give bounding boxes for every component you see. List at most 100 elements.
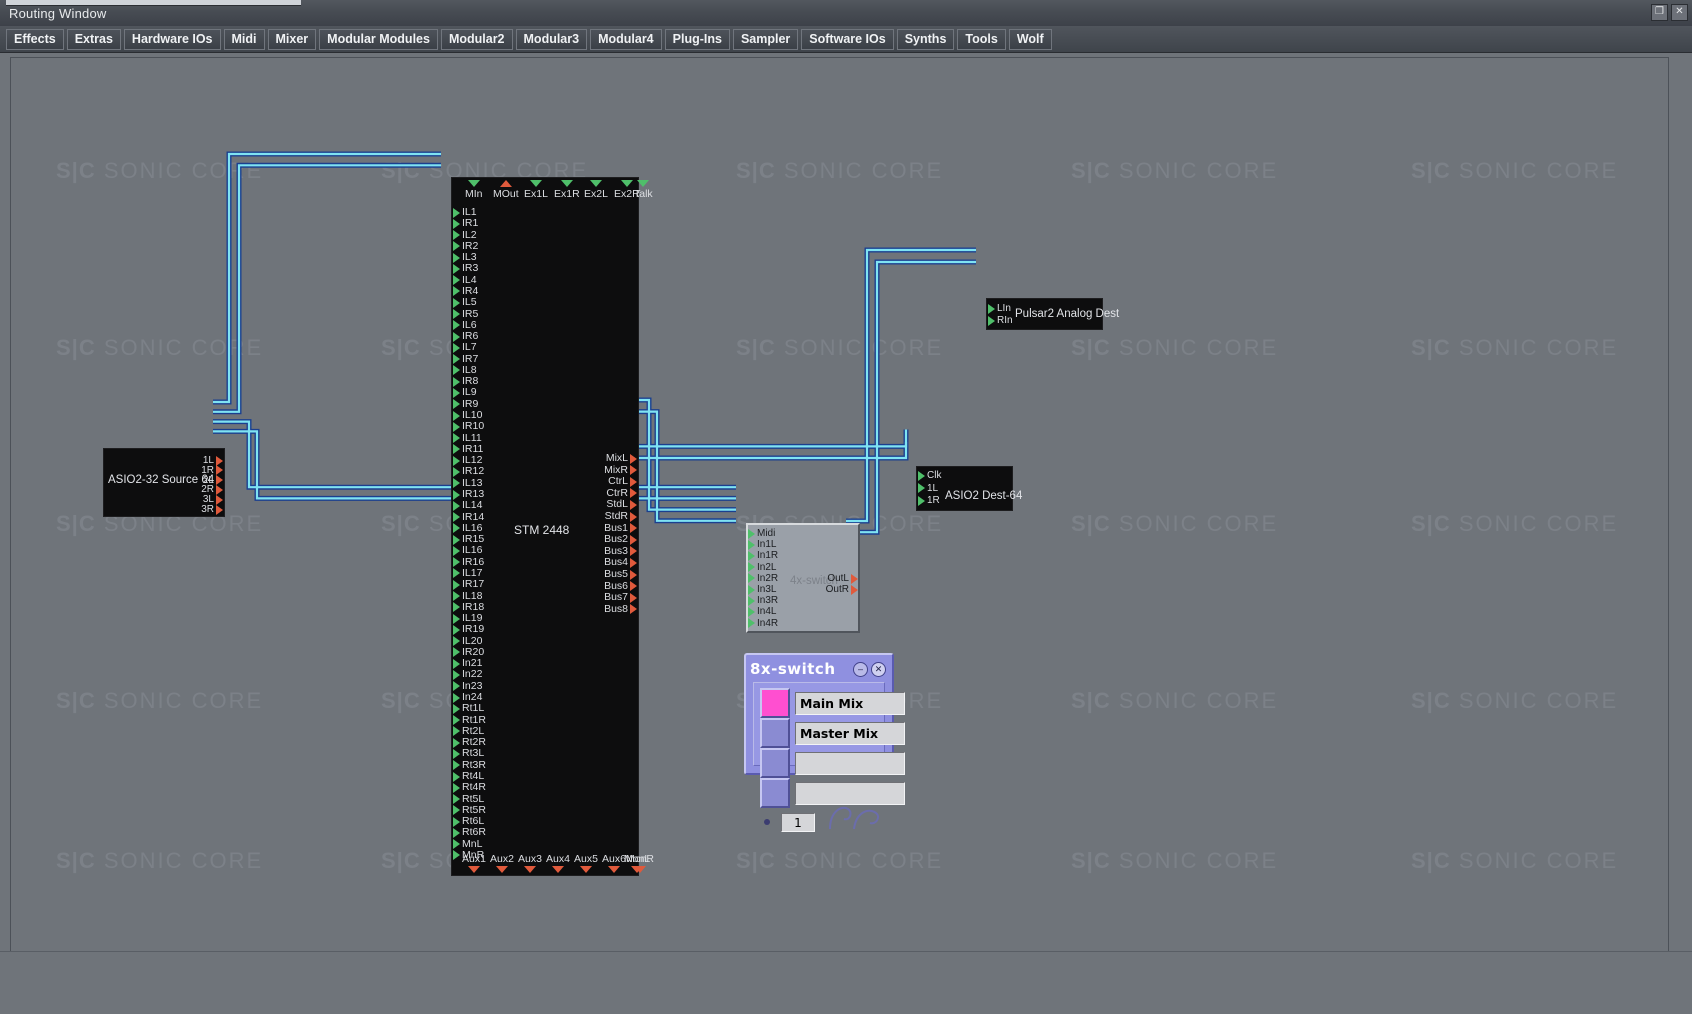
stm2448-input-port[interactable]: IR7: [453, 353, 478, 365]
switch4x-input-port[interactable]: In2R: [748, 573, 778, 584]
switch-label-3[interactable]: [795, 751, 905, 775]
stm2448-output-port[interactable]: Bus5: [604, 569, 637, 580]
stm2448-input-port[interactable]: IL16: [453, 545, 482, 556]
menu-item-tools[interactable]: Tools: [957, 28, 1006, 50]
stm2448-input-port[interactable]: IR12: [453, 466, 484, 477]
switch4x-input-port[interactable]: In4L: [748, 606, 776, 617]
menu-item-extras[interactable]: Extras: [66, 28, 121, 50]
panel-8x-switch[interactable]: 8x-switch – ✕ Main Mix Master Mix 1: [744, 653, 905, 832]
stm2448-bottom-port[interactable]: Aux1: [462, 853, 486, 873]
switch4x-input-port[interactable]: In3R: [748, 595, 778, 606]
switch4x-input-port[interactable]: In4R: [748, 618, 778, 629]
menu-item-mixer[interactable]: Mixer: [267, 28, 317, 50]
module-4x-switch[interactable]: 4x-switch Midi In1L In1R In2L In2R In3L In3R In…: [746, 523, 860, 633]
asio-dest-input-port[interactable]: 1R: [918, 495, 940, 506]
stm2448-input-port[interactable]: IL9: [453, 387, 477, 398]
stm2448-input-port[interactable]: Rt1L: [453, 703, 484, 714]
menu-item-modular4[interactable]: Modular4: [590, 28, 662, 50]
module-pulsar-analog-dest[interactable]: Pulsar2 Analog Dest LIn RIn: [986, 298, 1119, 330]
switch4x-output-port[interactable]: OutL: [827, 573, 858, 584]
menu-item-midi[interactable]: Midi: [223, 28, 265, 50]
pulsar-dest-input-port[interactable]: RIn: [988, 315, 1013, 326]
menu-item-wolf[interactable]: Wolf: [1008, 28, 1052, 50]
patch-cable[interactable]: [627, 410, 736, 522]
stm2448-input-port[interactable]: IR3: [453, 263, 478, 274]
stm2448-input-port[interactable]: IR17: [453, 579, 484, 590]
module-asio-dest[interactable]: ASIO2 Dest-64 Clk 1L 1R: [916, 466, 1022, 511]
menu-item-synths[interactable]: Synths: [896, 28, 955, 50]
patch-cable[interactable]: [627, 398, 736, 511]
stm2448-bottom-port[interactable]: Aux3: [518, 853, 542, 873]
stm2448-output-port[interactable]: Bus6: [604, 580, 637, 592]
asio-dest-input-port[interactable]: Clk: [918, 470, 941, 481]
stm2448-output-port[interactable]: StdL: [606, 499, 637, 510]
switch4x-input-port[interactable]: In1L: [748, 539, 776, 550]
stm2448-input-port[interactable]: IR1: [453, 218, 478, 229]
stm2448-input-port[interactable]: IR5: [453, 308, 478, 320]
switch4x-input-port[interactable]: In3L: [748, 584, 776, 595]
patch-cable[interactable]: [213, 164, 441, 413]
asio-source-output-port[interactable]: 3R: [201, 504, 223, 515]
stm2448-input-port[interactable]: IR14: [453, 511, 484, 523]
stm2448-output-port[interactable]: StdR: [605, 511, 637, 522]
stm2448-bottom-port[interactable]: Aux4: [546, 853, 570, 873]
menu-item-modular3[interactable]: Modular3: [515, 28, 588, 50]
stm2448-input-port[interactable]: IL7: [453, 342, 477, 353]
switch-toggle-2[interactable]: [760, 718, 790, 748]
menu-item-hardware-ios[interactable]: Hardware IOs: [123, 28, 221, 50]
switch-row[interactable]: Main Mix: [760, 688, 905, 718]
switch4x-output-port[interactable]: OutR: [826, 584, 858, 595]
stm2448-top-port[interactable]: MOut: [493, 180, 519, 200]
stm2448-top-port[interactable]: Talk: [634, 180, 653, 200]
menu-item-plug-ins[interactable]: Plug-Ins: [664, 28, 730, 50]
window-tab-stub[interactable]: [6, 0, 301, 6]
pulsar-dest-input-port[interactable]: LIn: [988, 303, 1011, 314]
restore-button[interactable]: ❐: [1651, 4, 1668, 21]
preset-number-field[interactable]: 1: [781, 813, 815, 832]
patch-cable[interactable]: [213, 152, 441, 404]
routing-canvas[interactable]: S|C SONIC CORE S|C SONIC CORE S|C SONIC CO…: [10, 57, 1669, 954]
menu-item-effects[interactable]: Effects: [6, 28, 64, 50]
stm2448-output-port[interactable]: Bus7: [604, 592, 637, 603]
stm2448-output-port[interactable]: Bus2: [604, 534, 637, 545]
menu-item-modular-modules[interactable]: Modular Modules: [319, 28, 438, 50]
stm2448-input-port[interactable]: Rt4R: [453, 782, 486, 793]
stm2448-top-port[interactable]: Ex2L: [584, 180, 608, 200]
stm2448-input-port[interactable]: IR10: [453, 421, 484, 432]
menu-item-modular2[interactable]: Modular2: [440, 28, 513, 50]
switch4x-input-port[interactable]: In1R: [748, 550, 778, 561]
stm2448-input-port[interactable]: In22: [453, 669, 482, 680]
switch-toggle-3[interactable]: [760, 748, 790, 778]
stm2448-input-port[interactable]: IL20: [453, 635, 482, 647]
stm2448-output-port[interactable]: CtrL: [608, 476, 637, 487]
menu-item-software-ios[interactable]: Software IOs: [801, 28, 894, 50]
close-button[interactable]: ✕: [1671, 4, 1688, 21]
panel-close-button[interactable]: ✕: [871, 662, 886, 677]
stm2448-input-port[interactable]: IL14: [453, 500, 482, 511]
stm2448-bottom-port[interactable]: Aux2: [490, 853, 514, 873]
patch-cable[interactable]: [627, 429, 908, 448]
stm2448-output-port[interactable]: MixL: [606, 453, 637, 464]
stm2448-input-port[interactable]: IL11: [453, 432, 482, 444]
stm2448-bottom-port[interactable]: Aux6: [602, 853, 626, 873]
stm2448-output-port[interactable]: Bus1: [604, 522, 637, 534]
stm2448-input-port[interactable]: IL5: [453, 297, 477, 308]
stm2448-output-port[interactable]: Bus8: [604, 603, 637, 615]
stm2448-input-port[interactable]: Rt3L: [453, 748, 484, 759]
panel-minimize-button[interactable]: –: [853, 662, 868, 677]
module-stm2448[interactable]: STM 2448 IL1 IR1 IL2 IR2 IL3 IR3 IL4 IR4 IL5 IR5 I…: [451, 177, 654, 876]
stm2448-top-port[interactable]: MIn: [465, 180, 483, 200]
stm2448-input-port[interactable]: IL18: [453, 590, 482, 602]
stm2448-output-port[interactable]: Bus3: [604, 545, 637, 557]
asio-dest-input-port[interactable]: 1L: [918, 483, 938, 494]
stm2448-input-port[interactable]: Rt6R: [453, 827, 486, 838]
module-asio-source[interactable]: ASIO2-32 Source 64 1L 1R 2L 2R 3L 3R: [103, 448, 225, 517]
menu-item-sampler[interactable]: Sampler: [732, 28, 799, 50]
stm2448-top-port[interactable]: Ex1R: [554, 180, 580, 200]
stm2448-bottom-port[interactable]: MonR: [626, 853, 654, 873]
stm2448-input-port[interactable]: Rt1R: [453, 714, 486, 726]
switch-label-2[interactable]: Master Mix: [795, 721, 905, 745]
stm2448-input-port[interactable]: Rt5L: [453, 793, 484, 805]
stm2448-input-port[interactable]: IL2: [453, 229, 477, 241]
stm2448-top-port[interactable]: Ex1L: [524, 180, 548, 200]
